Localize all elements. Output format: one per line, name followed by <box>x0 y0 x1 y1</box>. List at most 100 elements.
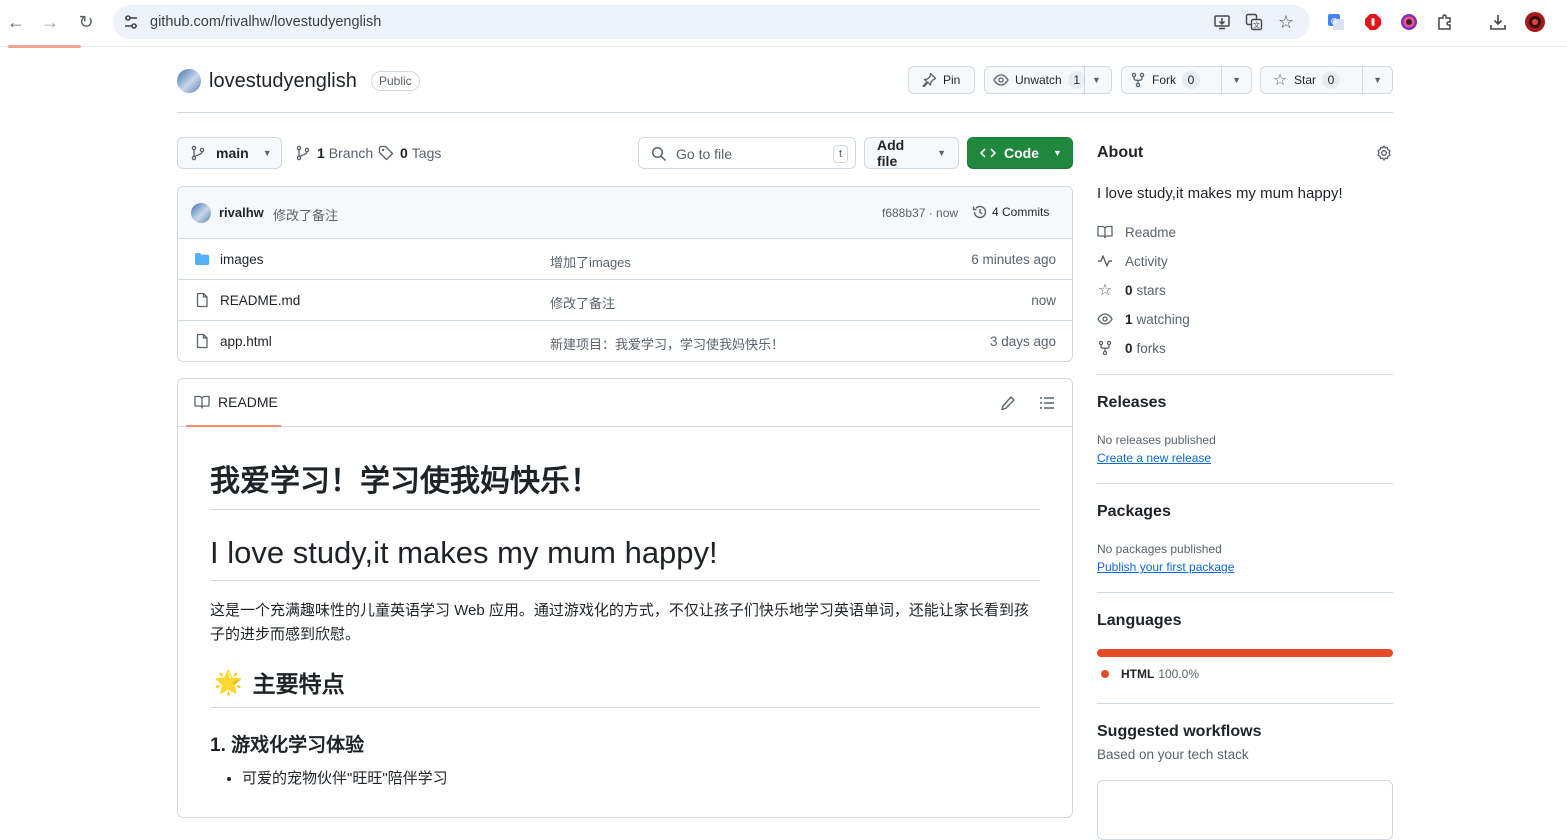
create-release-link[interactable]: Create a new release <box>1097 451 1211 465</box>
tags-label: Tags <box>411 145 442 161</box>
file-name[interactable]: README.md <box>220 293 300 308</box>
reload-icon[interactable]: ↻ <box>74 8 98 36</box>
pin-button[interactable]: Pin <box>908 66 975 94</box>
code-icon <box>980 145 996 161</box>
gear-icon[interactable] <box>1376 145 1392 164</box>
commit-sha-time[interactable]: f688b37 · now <box>882 206 958 220</box>
readme-intro: 这是一个充满趣味性的儿童英语学习 Web 应用。通过游戏化的方式，不仅让孩子们快… <box>210 602 1029 644</box>
readme-content: 我爱学习！学习使我妈快乐！ I love study,it makes my m… <box>210 427 1040 788</box>
watch-button[interactable]: Unwatch 1 ▼ <box>984 66 1112 94</box>
packages-heading[interactable]: Packages <box>1097 503 1171 521</box>
language-bar-html <box>1097 649 1393 657</box>
sidebar-divider <box>1097 483 1393 484</box>
file-commit-message[interactable]: 修改了备注 <box>550 293 615 312</box>
readme-features-title: 主要特点 <box>252 671 345 698</box>
bookmark-star-icon[interactable]: ☆ <box>1276 12 1296 32</box>
watching-link[interactable]: 1 watching <box>1097 311 1190 327</box>
add-file-button[interactable]: Add file ▼ <box>864 137 959 169</box>
file-icon <box>194 292 210 308</box>
star-button[interactable]: ☆ Star 0 ▼ <box>1260 66 1393 94</box>
tab-readme[interactable]: README <box>186 379 281 427</box>
url-text[interactable]: github.com/rivalhw/lovestudyenglish <box>150 14 381 30</box>
readme-header: README <box>178 379 1072 427</box>
branches-link[interactable]: 1 Branch <box>295 145 373 161</box>
fork-button[interactable]: Fork 0 ▼ <box>1121 66 1252 94</box>
eye-icon <box>1097 311 1113 327</box>
readme-heading-en: I love study,it makes my mum happy! <box>210 534 1040 582</box>
workflow-card[interactable] <box>1097 780 1393 840</box>
google-translate-extension-icon[interactable]: G <box>1326 12 1346 32</box>
languages-heading: Languages <box>1097 612 1182 629</box>
page-load-indicator <box>8 45 81 48</box>
star-icon: ☆ <box>1272 72 1288 89</box>
forks-link[interactable]: 0 forks <box>1097 340 1166 356</box>
readme-link-label: Readme <box>1125 224 1177 240</box>
language-item-html[interactable]: HTML 100.0% <box>1101 667 1199 681</box>
publish-package-link[interactable]: Publish your first package <box>1097 560 1234 574</box>
sidebar-divider <box>1097 592 1393 593</box>
table-row[interactable]: images 增加了images 6 minutes ago <box>178 239 1072 280</box>
activity-link[interactable]: Activity <box>1097 253 1168 269</box>
downloads-icon[interactable] <box>1488 12 1508 32</box>
file-name[interactable]: images <box>220 252 264 267</box>
history-icon <box>972 204 988 220</box>
branch-selector[interactable]: main ▼ <box>177 137 282 169</box>
watch-counter: 1 <box>1067 71 1086 89</box>
star-dropdown[interactable]: ▼ <box>1362 67 1392 93</box>
caret-down-icon: ▼ <box>1053 148 1062 158</box>
readme-panel: README 我爱学习！学习使我妈快乐！ I love study,it mak… <box>177 378 1073 818</box>
file-commit-message[interactable]: 新建项目：我爱学习，学习使我妈快乐！ <box>550 334 784 353</box>
outline-list-icon[interactable] <box>1039 395 1055 414</box>
releases-heading[interactable]: Releases <box>1097 394 1166 412</box>
tag-icon <box>378 145 394 161</box>
branches-count: 1 <box>317 145 325 161</box>
code-label: Code <box>1004 145 1039 161</box>
commit-author-avatar[interactable] <box>191 203 211 223</box>
extensions-puzzle-icon[interactable] <box>1435 12 1455 32</box>
watch-dropdown[interactable]: ▼ <box>1084 67 1108 93</box>
owner-avatar[interactable] <box>177 69 201 93</box>
search-icon <box>651 146 667 165</box>
table-row[interactable]: README.md 修改了备注 now <box>178 280 1072 321</box>
fork-icon <box>1130 72 1146 88</box>
adblock-extension-icon[interactable] <box>1363 12 1383 32</box>
workflows-subtitle: Based on your tech stack <box>1097 747 1249 762</box>
site-info-icon[interactable] <box>122 13 140 31</box>
list-item: 可爱的宠物伙伴"旺旺"陪伴学习 <box>242 767 1040 788</box>
pulse-icon <box>1097 253 1113 269</box>
file-name[interactable]: app.html <box>220 334 272 349</box>
color-extension-icon[interactable] <box>1399 12 1419 32</box>
go-to-file-input[interactable]: Go to file t <box>638 137 856 169</box>
pencil-icon[interactable] <box>1000 395 1016 414</box>
file-updated-time: 3 days ago <box>989 334 1056 349</box>
branch-icon <box>190 145 206 161</box>
fork-dropdown[interactable]: ▼ <box>1221 67 1251 93</box>
toolbar-divider <box>0 46 1567 47</box>
file-updated-time: 6 minutes ago <box>971 252 1056 267</box>
back-icon[interactable]: ← <box>4 8 28 36</box>
commits-link[interactable]: 4 Commits <box>972 204 1049 220</box>
forward-icon[interactable]: → <box>38 8 62 36</box>
book-icon <box>194 394 210 410</box>
fork-counter: 0 <box>1182 71 1200 89</box>
stars-link[interactable]: ☆ 0 stars <box>1097 282 1166 299</box>
sidebar-divider <box>1097 703 1393 704</box>
tags-count: 0 <box>400 145 408 161</box>
go-to-file-placeholder: Go to file <box>676 146 733 162</box>
table-row[interactable]: app.html 新建项目：我爱学习，学习使我妈快乐！ 3 days ago <box>178 321 1072 361</box>
commit-message[interactable]: 修改了备注 <box>273 205 338 224</box>
code-button[interactable]: Code ▼ <box>967 137 1073 169</box>
repo-name-link[interactable]: lovestudyenglish <box>209 70 357 93</box>
translate-icon[interactable]: 文 <box>1244 12 1264 32</box>
install-app-icon[interactable] <box>1212 12 1232 32</box>
address-bar[interactable]: github.com/rivalhw/lovestudyenglish 文 ☆ <box>113 5 1310 39</box>
stars-label: stars <box>1136 282 1166 298</box>
commit-author[interactable]: rivalhw <box>219 205 264 220</box>
language-percent: 100.0% <box>1158 667 1200 681</box>
fork-label: Fork <box>1152 73 1176 87</box>
tags-link[interactable]: 0 Tags <box>378 145 441 161</box>
readme-link[interactable]: Readme <box>1097 224 1176 240</box>
visibility-badge: Public <box>371 71 420 91</box>
profile-avatar-icon[interactable] <box>1525 12 1545 32</box>
file-commit-message[interactable]: 增加了images <box>550 252 631 271</box>
